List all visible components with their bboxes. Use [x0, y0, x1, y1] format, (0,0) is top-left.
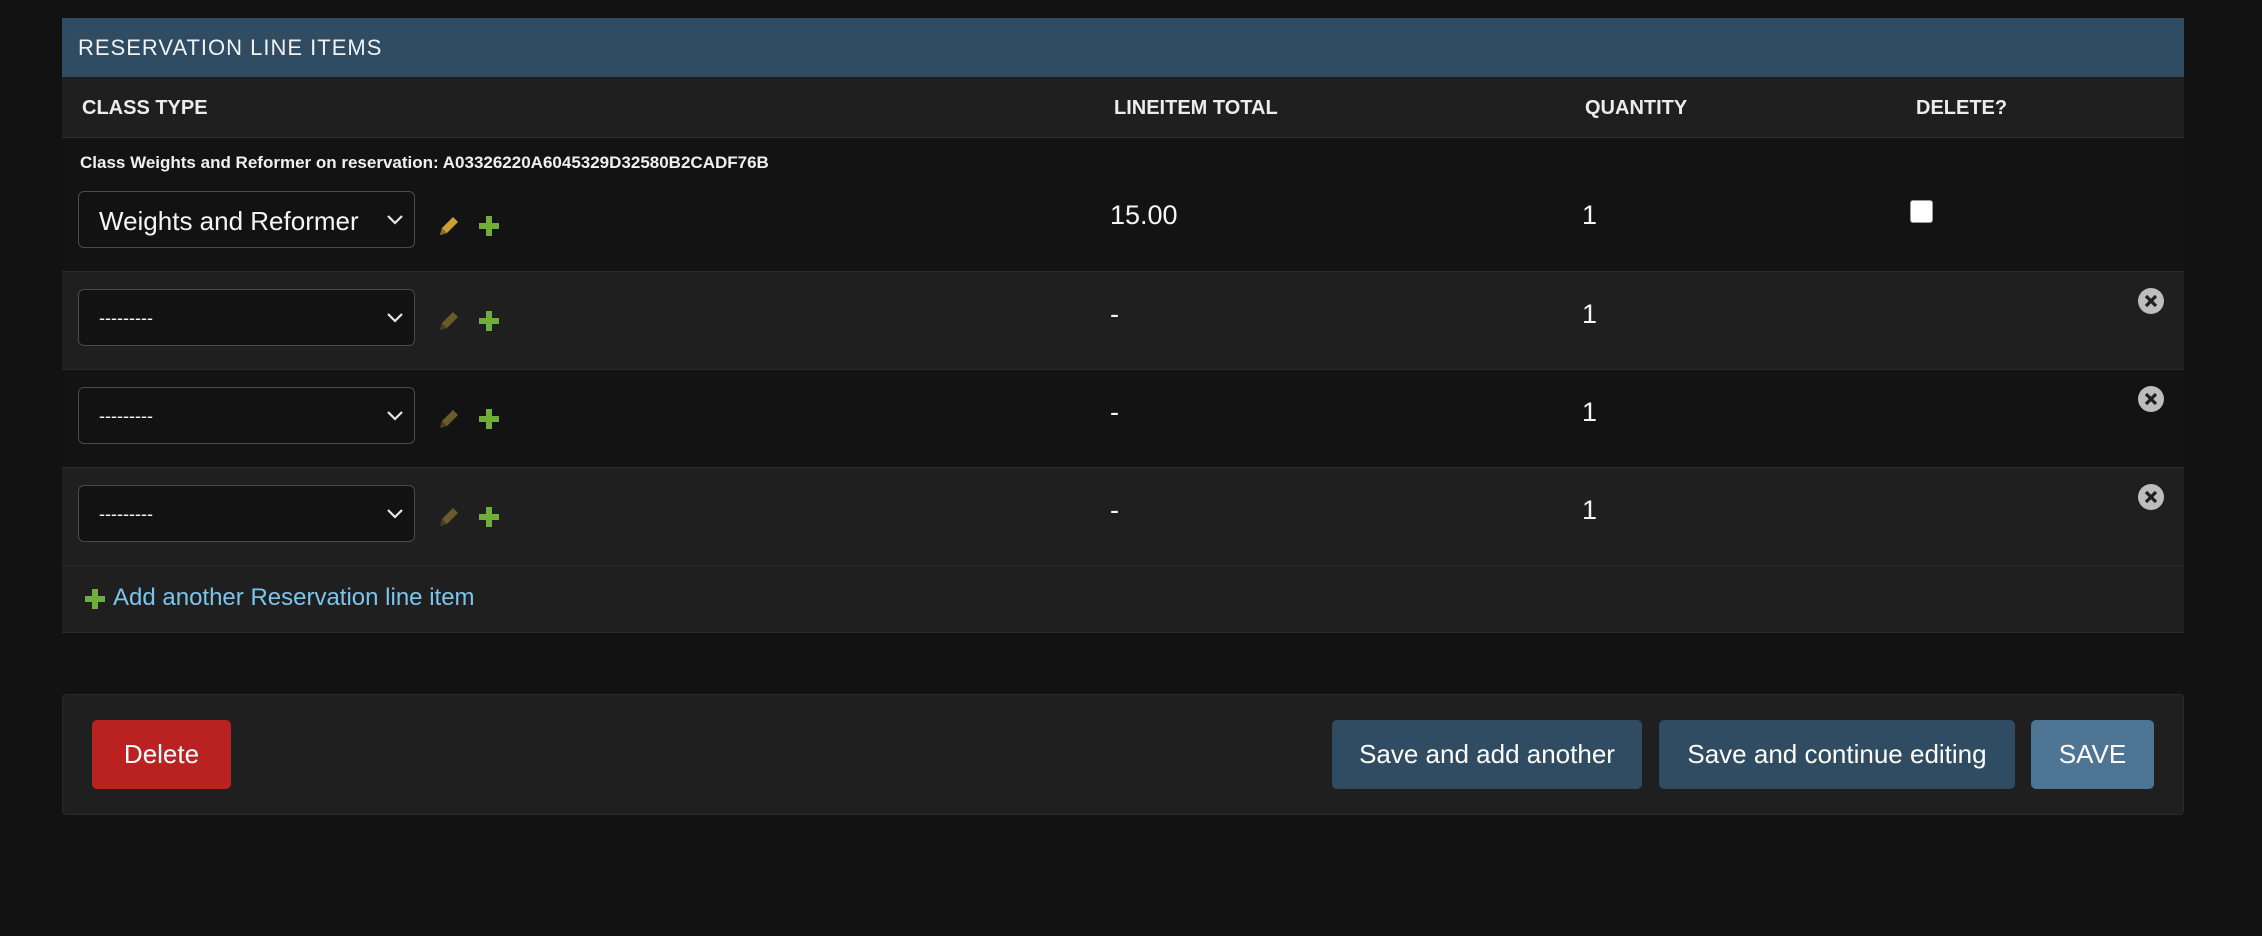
select-value: Weights and Reformer	[99, 206, 359, 236]
column-header-quantity: QUANTITY	[1585, 97, 1688, 119]
add-another-link[interactable]: Add another Reservation line item	[113, 584, 475, 612]
reservation-line-items-module: RESERVATION LINE ITEMS CLASS TYPE LINEIT…	[62, 18, 2184, 633]
save-and-add-another-button[interactable]: Save and add another	[1332, 720, 1642, 789]
plus-icon[interactable]	[478, 506, 500, 533]
module-caption: RESERVATION LINE ITEMS	[62, 18, 2184, 77]
select-value: ---------	[99, 406, 153, 426]
add-another-row: Add another Reservation line item	[62, 566, 2184, 633]
class-type-select[interactable]: ---------	[78, 387, 415, 444]
plus-icon[interactable]	[84, 588, 106, 615]
delete-button[interactable]: Delete	[92, 720, 231, 789]
table-row: --------- - 1	[62, 370, 2184, 468]
lineitem-total: -	[1110, 495, 1119, 525]
lineitem-total: -	[1110, 397, 1119, 427]
close-circle-icon[interactable]	[2137, 483, 2165, 516]
close-circle-icon[interactable]	[2137, 385, 2165, 418]
class-type-select[interactable]: ---------	[78, 289, 415, 346]
table-row: --------- - 1	[62, 272, 2184, 370]
table-row: --------- - 1	[62, 468, 2184, 566]
lineitem-total: -	[1110, 299, 1119, 329]
pencil-icon	[436, 308, 462, 339]
pencil-icon	[436, 406, 462, 437]
chevron-down-icon	[384, 502, 406, 529]
chevron-down-icon	[384, 208, 406, 235]
save-button[interactable]: SAVE	[2031, 720, 2154, 789]
save-and-continue-button[interactable]: Save and continue editing	[1659, 720, 2015, 789]
pencil-icon	[436, 504, 462, 535]
column-header-delete: DELETE?	[1916, 97, 2008, 119]
close-circle-icon[interactable]	[2137, 287, 2165, 320]
plus-icon[interactable]	[478, 310, 500, 337]
table-row: Class Weights and Reformer on reservatio…	[62, 138, 2184, 272]
quantity: 1	[1582, 299, 1598, 329]
table-header: CLASS TYPE LINEITEM TOTAL QUANTITY DELET…	[62, 77, 2184, 138]
pencil-icon[interactable]	[436, 213, 462, 244]
chevron-down-icon	[384, 404, 406, 431]
column-header-class-type: CLASS TYPE	[82, 97, 208, 119]
lineitem-total: 15.00	[1110, 200, 1178, 230]
delete-checkbox[interactable]	[1910, 200, 1933, 223]
class-type-select[interactable]: ---------	[78, 485, 415, 542]
class-type-select[interactable]: Weights and Reformer	[78, 191, 415, 248]
column-header-lineitem-total: LINEITEM TOTAL	[1114, 97, 1278, 119]
select-value: ---------	[99, 504, 153, 524]
quantity: 1	[1582, 200, 1598, 230]
plus-icon[interactable]	[478, 408, 500, 435]
submit-row: Delete Save and add another Save and con…	[62, 694, 2184, 815]
quantity: 1	[1582, 495, 1598, 525]
plus-icon[interactable]	[478, 215, 500, 242]
quantity: 1	[1582, 397, 1598, 427]
chevron-down-icon	[384, 306, 406, 333]
select-value: ---------	[99, 308, 153, 328]
original-item-label: Class Weights and Reformer on reservatio…	[80, 153, 769, 172]
